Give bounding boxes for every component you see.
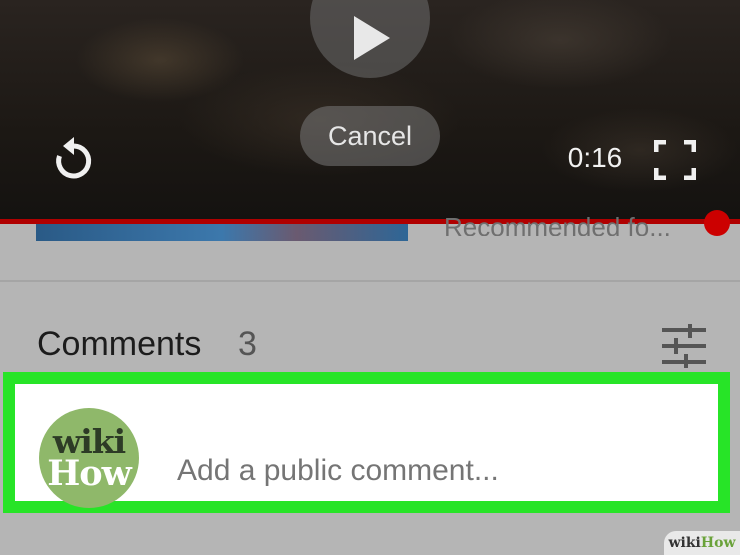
- wikihow-watermark: wiki How: [664, 531, 740, 555]
- play-button[interactable]: [310, 0, 430, 78]
- sort-icon[interactable]: [660, 324, 708, 368]
- play-icon: [354, 16, 390, 60]
- recommended-thumbnail[interactable]: [36, 224, 408, 241]
- fullscreen-icon[interactable]: [654, 140, 696, 180]
- recommended-title-text: Recommended fo...: [444, 212, 671, 236]
- avatar: wiki How: [39, 408, 139, 508]
- comments-count: 3: [238, 325, 257, 363]
- watermark-part2: How: [700, 535, 736, 551]
- comments-heading: Comments: [37, 325, 202, 363]
- elapsed-time: 0:16: [567, 142, 623, 173]
- section-divider: [0, 280, 740, 282]
- add-comment-box[interactable]: wiki How Add a public comment...: [3, 372, 730, 513]
- replay-icon[interactable]: [48, 134, 100, 186]
- progress-scrubber[interactable]: [704, 210, 730, 236]
- avatar-text-line2: How: [47, 453, 132, 494]
- cancel-button[interactable]: Cancel: [300, 106, 440, 166]
- watermark-part1: wiki: [668, 535, 701, 551]
- comment-input[interactable]: Add a public comment...: [177, 454, 499, 488]
- recommended-title[interactable]: Recommended fo...: [444, 206, 706, 236]
- video-player[interactable]: Cancel 0:16: [0, 0, 740, 222]
